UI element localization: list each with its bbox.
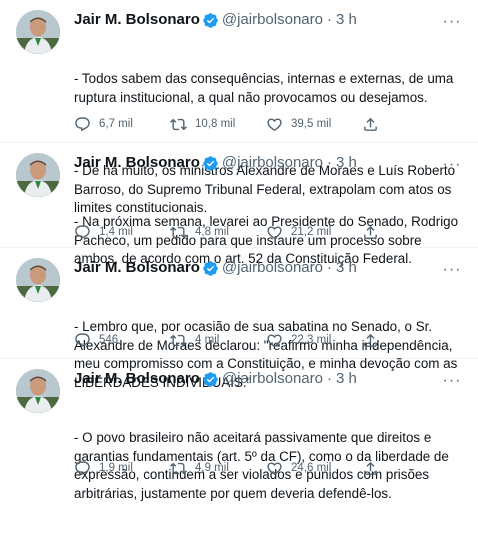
avatar-image xyxy=(16,10,60,54)
like-button[interactable]: 39,5 mil xyxy=(266,116,362,133)
retweet-count: 4 mil xyxy=(195,334,220,346)
reply-count: 546 xyxy=(99,334,119,346)
like-count: 24,6 mil xyxy=(291,462,332,474)
tweet-thread: Jair M. Bolsonaro @jairbolsonaro · 3 h -… xyxy=(0,0,478,501)
heart-icon xyxy=(267,225,282,239)
reply-button[interactable]: 546 xyxy=(74,332,170,349)
avatar[interactable] xyxy=(16,369,60,413)
tweet[interactable]: Jair M. Bolsonaro @jairbolsonaro · 3 h -… xyxy=(0,248,478,390)
verified-badge-icon xyxy=(203,12,218,28)
reply-button[interactable]: 1,4 mil xyxy=(74,224,170,241)
avatar[interactable] xyxy=(16,258,60,302)
heart-icon xyxy=(267,461,282,475)
reply-count: 1,4 mil xyxy=(99,226,133,238)
more-icon[interactable]: ··· xyxy=(442,260,462,280)
verified-badge-icon xyxy=(203,371,218,387)
separator-dot: · xyxy=(326,370,332,387)
reply-icon xyxy=(75,224,90,239)
avatar-image xyxy=(16,258,60,302)
retweet-icon xyxy=(170,462,187,474)
author-handle[interactable]: @jairbolsonaro xyxy=(222,10,323,30)
separator-dot: · xyxy=(326,154,332,171)
avatar[interactable] xyxy=(16,153,60,197)
separator-dot: · xyxy=(326,11,332,28)
retweet-button[interactable]: 4 mil xyxy=(170,332,266,349)
tweet-time[interactable]: 3 h xyxy=(336,10,357,30)
retweet-button[interactable]: 4,9 mil xyxy=(170,460,266,477)
heart-icon xyxy=(267,117,282,131)
tweet-time[interactable]: 3 h xyxy=(336,258,357,278)
retweet-icon xyxy=(170,334,187,346)
author-name[interactable]: Jair M. Bolsonaro xyxy=(74,153,200,173)
verified-badge-icon xyxy=(203,155,218,171)
like-count: 21,2 mil xyxy=(291,226,332,238)
tweet-header: Jair M. Bolsonaro @jairbolsonaro · 3 h xyxy=(74,153,462,173)
like-count: 22,3 mil xyxy=(291,334,332,346)
author-name[interactable]: Jair M. Bolsonaro xyxy=(74,10,200,30)
more-icon[interactable]: ··· xyxy=(442,155,462,175)
tweet[interactable]: Jair M. Bolsonaro @jairbolsonaro · 3 h -… xyxy=(0,143,478,266)
tweet-paragraph: - Todos sabem das consequências, interna… xyxy=(74,71,458,105)
separator-dot: · xyxy=(326,259,332,276)
share-icon xyxy=(364,225,377,239)
more-icon[interactable]: ··· xyxy=(442,12,462,32)
retweet-button[interactable]: 10,8 mil xyxy=(170,116,266,133)
reply-button[interactable]: 6,7 mil xyxy=(74,116,170,133)
avatar-image xyxy=(16,153,60,197)
author-handle[interactable]: @jairbolsonaro xyxy=(222,369,323,389)
tweet[interactable]: Jair M. Bolsonaro @jairbolsonaro · 3 h -… xyxy=(0,0,478,215)
tweet-time[interactable]: 3 h xyxy=(336,369,357,389)
more-icon[interactable]: ··· xyxy=(442,371,462,391)
retweet-count: 10,8 mil xyxy=(195,118,236,130)
share-button[interactable] xyxy=(362,332,387,349)
tweet-actions: 6,7 mil 10,8 mil 39,5 mil xyxy=(74,114,462,134)
reply-icon xyxy=(75,460,90,475)
retweet-icon xyxy=(170,226,187,238)
share-button[interactable] xyxy=(362,116,387,133)
like-button[interactable]: 21,2 mil xyxy=(266,224,362,241)
tweet-actions: 1,9 mil 4,9 mil 24,6 mil xyxy=(74,458,462,478)
verified-badge-icon xyxy=(203,260,218,276)
tweet-header: Jair M. Bolsonaro @jairbolsonaro · 3 h xyxy=(74,369,462,389)
author-name[interactable]: Jair M. Bolsonaro xyxy=(74,369,200,389)
reply-icon xyxy=(75,332,90,347)
reply-count: 1,9 mil xyxy=(99,462,133,474)
tweet[interactable]: Jair M. Bolsonaro @jairbolsonaro · 3 h -… xyxy=(0,359,478,501)
avatar[interactable] xyxy=(16,10,60,54)
author-handle[interactable]: @jairbolsonaro xyxy=(222,153,323,173)
heart-icon xyxy=(267,333,282,347)
reply-count: 6,7 mil xyxy=(99,118,133,130)
tweet-actions: 546 4 mil 22,3 mil xyxy=(74,330,462,350)
retweet-icon xyxy=(170,118,187,130)
retweet-count: 4,9 mil xyxy=(195,462,229,474)
like-button[interactable]: 24,6 mil xyxy=(266,460,362,477)
share-icon xyxy=(364,333,377,347)
share-button[interactable] xyxy=(362,224,387,241)
author-handle[interactable]: @jairbolsonaro xyxy=(222,258,323,278)
avatar-image xyxy=(16,369,60,413)
retweet-count: 4,8 mil xyxy=(195,226,229,238)
like-button[interactable]: 22,3 mil xyxy=(266,332,362,349)
tweet-header: Jair M. Bolsonaro @jairbolsonaro · 3 h xyxy=(74,258,462,278)
tweet-header: Jair M. Bolsonaro @jairbolsonaro · 3 h xyxy=(74,10,462,30)
share-icon xyxy=(364,461,377,475)
share-icon xyxy=(364,117,377,131)
tweet-actions: 1,4 mil 4,8 mil 21,2 mil xyxy=(74,222,462,242)
author-name[interactable]: Jair M. Bolsonaro xyxy=(74,258,200,278)
like-count: 39,5 mil xyxy=(291,118,332,130)
reply-icon xyxy=(75,116,90,131)
retweet-button[interactable]: 4,8 mil xyxy=(170,224,266,241)
tweet-time[interactable]: 3 h xyxy=(336,153,357,173)
share-button[interactable] xyxy=(362,460,387,477)
reply-button[interactable]: 1,9 mil xyxy=(74,460,170,477)
